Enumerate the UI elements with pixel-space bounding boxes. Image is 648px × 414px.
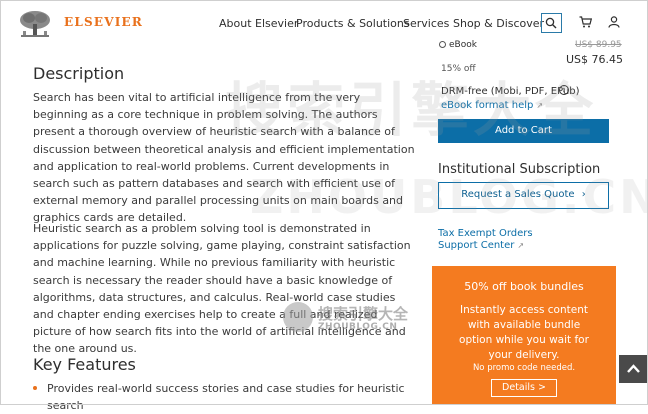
original-price: US$ 89.95: [575, 40, 622, 50]
support-center-label: Support Center: [438, 240, 515, 251]
promo-divider: [8, 291, 176, 292]
search-button[interactable]: [541, 13, 562, 33]
chevron-up-icon: [627, 364, 640, 373]
nav-services[interactable]: Services: [403, 17, 449, 30]
support-center-link[interactable]: Support Center ↗: [438, 240, 524, 251]
bullet-icon: [33, 386, 37, 390]
elsevier-tree-logo[interactable]: [17, 9, 53, 40]
key-features-heading: Key Features: [33, 355, 136, 374]
watermark-text: 搜索引擎大全: [225, 76, 598, 144]
external-link-icon: ↗: [517, 241, 525, 250]
key-feature-text: Provides real-world success stories and …: [47, 382, 405, 412]
user-icon[interactable]: [608, 16, 620, 28]
nav-shop-discover[interactable]: Shop & Discover: [453, 17, 544, 30]
promo-title: 50% off book bundles: [464, 280, 584, 293]
bundle-promo-banner: 50% off book bundles Instantly access co…: [432, 266, 616, 405]
site-header: ELSEVIER About Elsevier Products & Solut…: [0, 0, 648, 46]
promo-details-button[interactable]: Details >: [491, 379, 557, 397]
promo-description: Instantly access content with available …: [459, 304, 589, 361]
tax-exempt-orders-link[interactable]: Tax Exempt Orders: [438, 228, 533, 239]
ebook-option-radio[interactable]: [439, 41, 446, 48]
watermark-text: 搜索引擎大全: [318, 305, 409, 323]
nav-products-solutions[interactable]: Products & Solutions: [296, 17, 410, 30]
watermark-logo-icon: [283, 302, 313, 332]
watermark-text: ZHOUBLOG.CN: [250, 170, 648, 224]
brand-name[interactable]: ELSEVIER: [64, 15, 143, 29]
watermark-text: ZHOUBLOG.CN: [318, 322, 398, 332]
search-icon: [545, 17, 557, 29]
description-paragraph: Heuristic search as a problem solving to…: [33, 222, 411, 356]
nav-about-elsevier[interactable]: About Elsevier: [219, 17, 298, 30]
cart-icon[interactable]: [579, 16, 592, 28]
promo-note: No promo code needed.: [472, 363, 576, 373]
ebook-option-label: eBook: [449, 40, 477, 50]
description-heading: Description: [33, 64, 125, 83]
back-to-top-button[interactable]: [619, 355, 648, 383]
